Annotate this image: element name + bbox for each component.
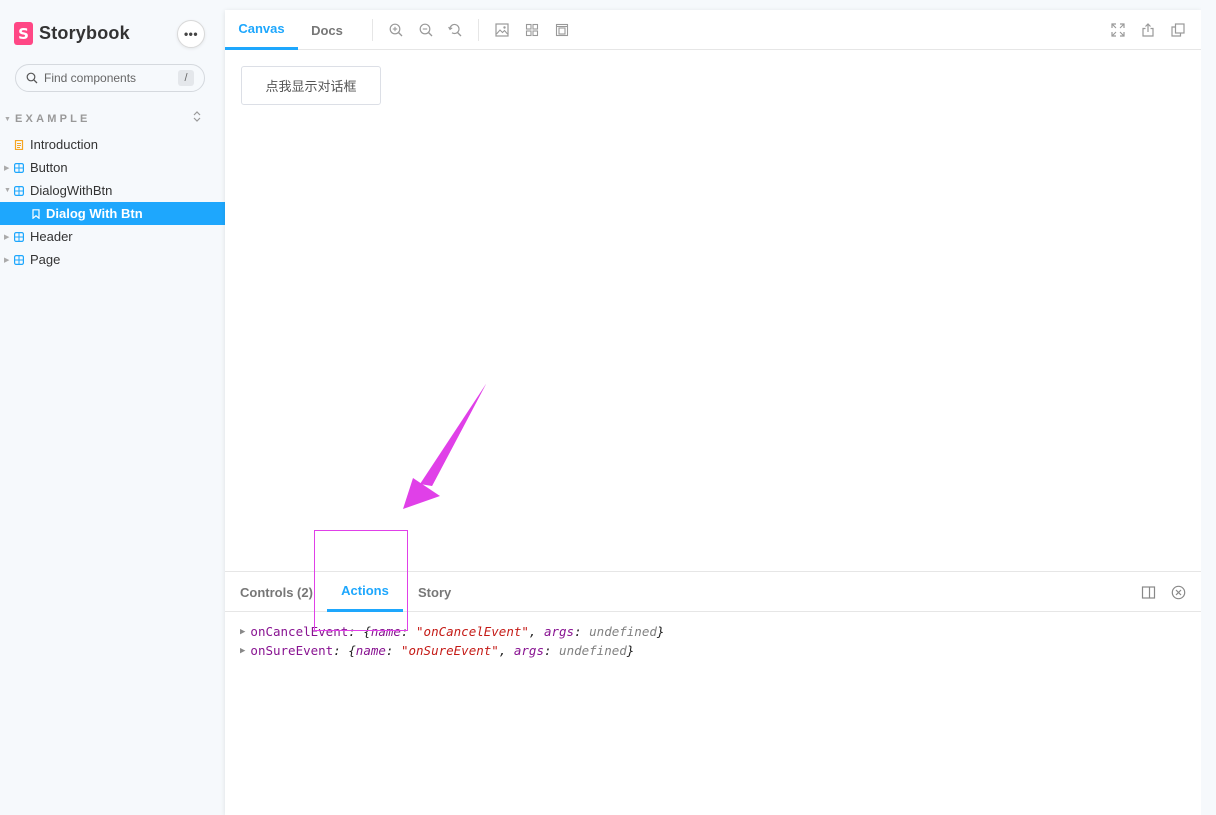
bookmark-icon	[32, 208, 40, 219]
annotation-highlight-box	[314, 530, 408, 631]
search-box[interactable]: /	[15, 64, 205, 92]
zoom-in-icon[interactable]	[389, 23, 403, 37]
sidebar-item-dialogwithbtn[interactable]: ▼ DialogWithBtn	[0, 179, 225, 202]
show-dialog-button[interactable]: 点我显示对话框	[241, 66, 381, 105]
story-canvas: 点我显示对话框	[225, 51, 1201, 571]
toolbar: Canvas Docs	[225, 10, 1201, 50]
group-header-example[interactable]: ▼ EXAMPLE	[4, 111, 225, 126]
sidebar-item-label: Dialog With Btn	[46, 206, 143, 221]
background-icon[interactable]	[495, 23, 509, 37]
log-separator: }	[656, 624, 665, 639]
sidebar-item-page[interactable]: ▶ Page	[0, 248, 225, 271]
panel-orientation-icon[interactable]	[1141, 585, 1156, 600]
sidebar-item-label: DialogWithBtn	[30, 183, 113, 198]
zoom-out-icon[interactable]	[419, 23, 433, 37]
zoom-reset-icon[interactable]	[448, 23, 462, 37]
toolbar-divider	[372, 19, 373, 41]
actions-log: ▶ onCancelEvent: {name: "onCancelEvent", …	[240, 622, 664, 660]
log-key: args	[543, 624, 575, 639]
toolbar-divider	[478, 19, 479, 41]
log-undefined-value: undefined	[559, 643, 627, 658]
log-key: args	[513, 643, 544, 658]
log-separator: :	[385, 643, 401, 658]
brand-name: Storybook	[39, 23, 130, 43]
caret-right-icon: ▶	[4, 256, 10, 264]
sidebar-item-introduction[interactable]: Introduction	[0, 133, 225, 156]
tab-docs[interactable]: Docs	[298, 10, 356, 50]
caret-down-icon: ▼	[4, 187, 11, 194]
log-separator: ,	[498, 643, 514, 658]
caret-right-icon[interactable]: ▶	[240, 646, 245, 656]
tab-story[interactable]: Story	[418, 572, 451, 612]
sidebar-item-label: Button	[30, 160, 68, 175]
share-icon[interactable]	[1141, 23, 1155, 37]
copy-link-icon[interactable]	[1171, 23, 1185, 37]
component-icon	[14, 254, 24, 265]
sidebar-item-header[interactable]: ▶ Header	[0, 225, 225, 248]
close-circle-icon[interactable]	[1171, 585, 1186, 600]
log-entry[interactable]: ▶ onSureEvent: {name: "onSureEvent", args…	[240, 641, 664, 660]
group-title: EXAMPLE	[15, 113, 91, 125]
log-event-name: onSureEvent	[250, 643, 334, 658]
search-icon	[26, 72, 38, 84]
sidebar-item-dialog-with-btn[interactable]: Dialog With Btn	[0, 202, 225, 225]
component-icon	[14, 231, 24, 242]
log-string-value: "onSureEvent"	[400, 643, 499, 658]
log-separator: ,	[528, 624, 544, 639]
right-scroll-gutter	[1201, 0, 1216, 815]
log-entry[interactable]: ▶ onCancelEvent: {name: "onCancelEvent", …	[240, 622, 664, 641]
search-input[interactable]	[44, 71, 164, 85]
log-separator: : {	[333, 643, 356, 658]
component-icon	[14, 162, 24, 173]
ellipsis-icon: •••	[183, 27, 199, 41]
document-icon	[14, 139, 24, 150]
brand[interactable]: S Storybook	[14, 22, 130, 45]
measure-icon[interactable]	[555, 23, 569, 37]
sidebar-item-label: Introduction	[30, 137, 98, 152]
sidebar-item-button[interactable]: ▶ Button	[0, 156, 225, 179]
log-key: name	[355, 643, 386, 658]
caret-down-icon: ▼	[4, 115, 11, 123]
tab-controls[interactable]: Controls (2)	[240, 572, 313, 612]
grid-icon[interactable]	[525, 23, 539, 37]
expand-collapse-icon[interactable]	[193, 111, 201, 122]
sidebar-item-label: Header	[30, 229, 73, 244]
caret-right-icon[interactable]: ▶	[240, 627, 245, 637]
storybook-logo-icon: S	[14, 22, 33, 45]
search-shortcut-badge: /	[178, 70, 194, 86]
caret-right-icon: ▶	[4, 164, 10, 172]
log-separator: :	[543, 643, 560, 658]
log-separator: :	[574, 624, 590, 639]
tab-canvas[interactable]: Canvas	[225, 10, 298, 50]
log-separator: }	[626, 643, 635, 658]
preview-panel: Canvas Docs 点我显示对话框 Controls (2) Actions…	[225, 10, 1201, 815]
log-string-value: "onCancelEvent"	[416, 624, 529, 639]
sidebar-item-label: Page	[30, 252, 61, 267]
sidebar: S Storybook ••• / ▼ EXAMPLE Introduction…	[0, 0, 225, 815]
log-undefined-value: undefined	[589, 624, 657, 639]
caret-right-icon: ▶	[4, 233, 10, 241]
fullscreen-icon[interactable]	[1111, 23, 1125, 37]
component-icon	[14, 185, 24, 196]
settings-menu-button[interactable]: •••	[177, 20, 205, 48]
